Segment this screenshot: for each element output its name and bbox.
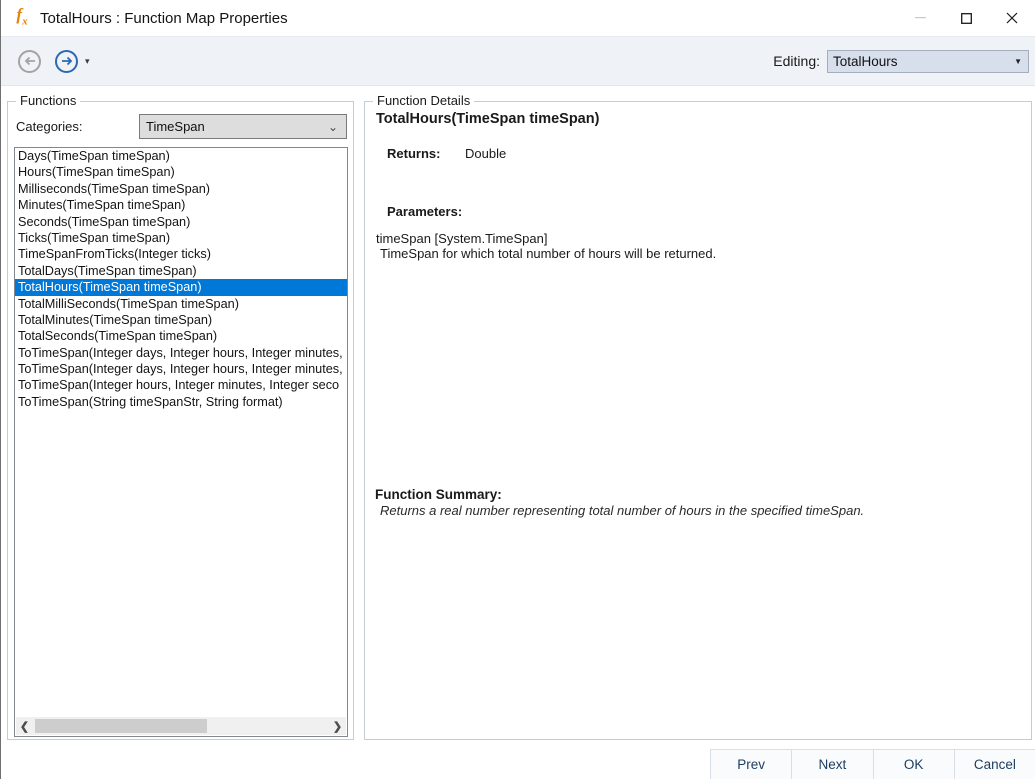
parameter-description: TimeSpan for which total number of hours… <box>380 246 716 261</box>
editing-combobox-value: TotalHours <box>833 54 898 69</box>
function-map-properties-window: fx TotalHours : Function Map Properties … <box>0 0 1035 779</box>
categories-label: Categories: <box>16 119 82 134</box>
horizontal-scrollbar[interactable]: ❮ ❯ <box>16 717 346 735</box>
editing-combobox-caret-icon: ▼ <box>1014 57 1022 66</box>
footer-button-bar: PrevNextOKCancel <box>710 749 1035 779</box>
minimize-button[interactable] <box>897 0 943 36</box>
toolbar: ▾ Editing: TotalHours ▼ <box>1 36 1035 86</box>
function-list-item[interactable]: Ticks(TimeSpan timeSpan) <box>15 230 347 246</box>
function-signature-heading: TotalHours(TimeSpan timeSpan) <box>376 111 599 127</box>
close-button[interactable] <box>989 0 1035 36</box>
function-list[interactable]: Days(TimeSpan timeSpan)Hours(TimeSpan ti… <box>14 147 348 737</box>
function-list-item[interactable]: TotalDays(TimeSpan timeSpan) <box>15 263 347 279</box>
forward-dropdown-caret-icon[interactable]: ▾ <box>85 56 90 67</box>
next-button[interactable]: Next <box>791 750 872 779</box>
fx-icon: fx <box>12 5 32 31</box>
function-list-item[interactable]: TotalSeconds(TimeSpan timeSpan) <box>15 328 347 344</box>
function-list-item[interactable]: Days(TimeSpan timeSpan) <box>15 148 347 164</box>
parameter-name: timeSpan [System.TimeSpan] <box>376 231 547 246</box>
maximize-icon <box>961 13 972 24</box>
forward-button[interactable] <box>55 50 78 73</box>
function-list-item[interactable]: TotalHours(TimeSpan timeSpan) <box>15 279 347 295</box>
function-list-item[interactable]: ToTimeSpan(String timeSpanStr, String fo… <box>15 394 347 410</box>
scroll-right-arrow-icon[interactable]: ❯ <box>329 720 346 733</box>
scroll-left-arrow-icon[interactable]: ❮ <box>16 720 33 733</box>
maximize-button[interactable] <box>943 0 989 36</box>
parameters-label: Parameters: <box>387 204 462 219</box>
ok-button[interactable]: OK <box>873 750 954 779</box>
function-list-item[interactable]: TotalMinutes(TimeSpan timeSpan) <box>15 312 347 328</box>
minimize-icon <box>915 17 926 19</box>
close-icon <box>1006 12 1018 24</box>
function-list-item[interactable]: Seconds(TimeSpan timeSpan) <box>15 214 347 230</box>
categories-combobox-value: TimeSpan <box>146 119 205 134</box>
returns-label: Returns: <box>387 146 440 161</box>
returns-value: Double <box>465 146 506 161</box>
function-summary-text: Returns a real number representing total… <box>380 503 864 518</box>
back-button[interactable] <box>18 50 41 73</box>
function-details-groupbox-label: Function Details <box>373 93 474 108</box>
function-details-groupbox: Function Details TotalHours(TimeSpan tim… <box>364 101 1032 740</box>
function-list-item[interactable]: ToTimeSpan(Integer hours, Integer minute… <box>15 377 347 393</box>
cancel-button[interactable]: Cancel <box>954 750 1035 779</box>
function-list-item[interactable]: TotalMilliSeconds(TimeSpan timeSpan) <box>15 296 347 312</box>
title-bar: fx TotalHours : Function Map Properties <box>1 0 1035 36</box>
function-list-item[interactable]: Milliseconds(TimeSpan timeSpan) <box>15 181 347 197</box>
functions-groupbox-label: Functions <box>16 93 80 108</box>
function-list-item[interactable]: ToTimeSpan(Integer days, Integer hours, … <box>15 361 347 377</box>
categories-combobox-chevron-icon: ⌄ <box>328 120 338 134</box>
functions-groupbox: Functions Categories: TimeSpan ⌄ Days(Ti… <box>7 101 354 740</box>
function-list-item[interactable]: Hours(TimeSpan timeSpan) <box>15 164 347 180</box>
function-list-item[interactable]: Minutes(TimeSpan timeSpan) <box>15 197 347 213</box>
editing-combobox[interactable]: TotalHours ▼ <box>827 50 1029 73</box>
prev-button[interactable]: Prev <box>711 750 791 779</box>
function-list-item[interactable]: ToTimeSpan(Integer days, Integer hours, … <box>15 345 347 361</box>
function-list-item[interactable]: TimeSpanFromTicks(Integer ticks) <box>15 246 347 262</box>
function-summary-label: Function Summary: <box>375 487 502 502</box>
forward-arrow-icon <box>61 56 73 66</box>
back-arrow-icon <box>24 56 36 66</box>
categories-combobox[interactable]: TimeSpan ⌄ <box>139 114 347 139</box>
scrollbar-thumb[interactable] <box>35 719 207 733</box>
window-title: TotalHours : Function Map Properties <box>40 10 288 27</box>
editing-label: Editing: <box>773 53 820 69</box>
